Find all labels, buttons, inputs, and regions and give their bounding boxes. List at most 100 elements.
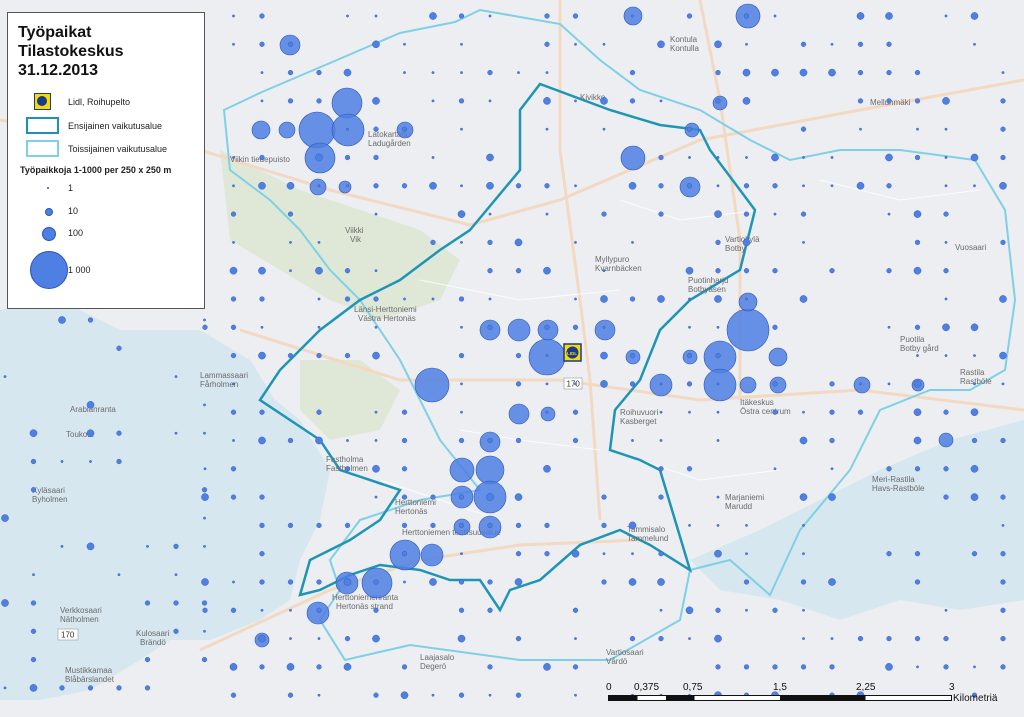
workplace-circle <box>830 184 834 188</box>
workplace-circle <box>802 156 805 159</box>
place-label: Puotila <box>900 335 925 344</box>
workplace-circle <box>306 601 330 625</box>
workplace-circle <box>259 522 265 529</box>
workplace-circle <box>686 126 693 132</box>
workplace-circle <box>401 126 408 132</box>
workplace-circle <box>289 608 292 612</box>
workplace-circle <box>944 240 948 244</box>
workplace-circle <box>716 524 720 527</box>
workplace-circle <box>289 637 292 640</box>
workplace-circle <box>431 71 435 75</box>
place-label: Verkkosaari <box>60 606 102 615</box>
workplace-circle <box>514 493 523 501</box>
workplace-circle <box>173 543 179 550</box>
workplace-circle <box>458 353 465 359</box>
place-label: Kyläsaari <box>32 486 65 495</box>
workplace-circle <box>287 692 294 698</box>
workplace-circle <box>515 635 522 642</box>
workplace-circle <box>372 40 380 49</box>
workplace-circle <box>229 266 238 275</box>
workplace-circle <box>802 552 805 556</box>
workplace-circle <box>914 635 921 642</box>
workplace-circle <box>772 664 778 670</box>
workplace-circle <box>316 607 322 613</box>
workplace-circle <box>203 467 207 471</box>
workplace-circle <box>802 184 805 188</box>
workplace-circle <box>716 410 720 414</box>
workplace-circle <box>259 494 265 500</box>
workplace-circle <box>316 664 322 670</box>
place-label: Vartiokylä <box>725 235 760 244</box>
workplace-circle <box>913 266 922 275</box>
workplace-circle <box>60 545 64 548</box>
workplace-circle <box>1001 382 1005 386</box>
workplace-circle <box>914 239 921 246</box>
map-view[interactable]: Kontula Kontulla Kivikko Mellunmäki Myll… <box>0 0 1024 717</box>
workplace-circle <box>743 268 750 274</box>
workplace-circle <box>429 578 437 586</box>
workplace-circle <box>1000 635 1006 642</box>
workplace-circle <box>232 156 235 159</box>
workplace-circle <box>317 325 321 329</box>
workplace-circle <box>772 268 778 274</box>
legend-size-label: 1 <box>68 183 74 193</box>
workplace-circle <box>914 551 921 557</box>
workplace-circle <box>716 325 720 329</box>
workplace-circle <box>631 552 634 556</box>
workplace-circle <box>287 41 294 47</box>
place-label: Vartiosaari <box>606 648 644 657</box>
workplace-circle <box>688 637 691 640</box>
workplace-circle <box>331 87 363 119</box>
place-label: Herttoniemi <box>395 498 436 507</box>
workplace-circle <box>287 437 294 444</box>
legend-size-label: 10 <box>68 206 79 216</box>
workplace-circle <box>799 493 808 501</box>
place-label: Marudd <box>725 502 752 511</box>
workplace-circle <box>658 551 664 557</box>
workplace-circle <box>232 382 235 386</box>
workplace-circle <box>828 493 836 501</box>
workplace-circle <box>602 269 606 273</box>
workplace-circle <box>716 184 720 188</box>
workplace-circle <box>828 578 836 586</box>
workplace-circle <box>800 664 807 670</box>
workplace-circle <box>414 367 450 403</box>
workplace-circle <box>289 240 292 244</box>
workplace-circle <box>230 607 237 613</box>
workplace-circle <box>745 156 748 159</box>
workplace-circle <box>1000 551 1006 557</box>
workplace-circle <box>174 573 178 577</box>
lidl-store-marker[interactable]: LIDL <box>563 343 582 362</box>
workplace-circle <box>316 98 322 104</box>
workplace-circle <box>403 580 406 584</box>
workplace-circle <box>853 376 871 394</box>
workplace-circle <box>916 665 919 669</box>
workplace-circle <box>745 608 748 612</box>
workplace-circle <box>232 439 235 442</box>
workplace-circle <box>278 121 296 139</box>
workplace-circle <box>230 466 237 472</box>
workplace-circle <box>86 401 95 409</box>
workplace-circle <box>458 692 465 698</box>
workplace-circle <box>544 41 550 47</box>
workplace-circle <box>688 410 691 414</box>
workplace-circle <box>657 578 665 586</box>
workplace-circle <box>1000 664 1006 670</box>
workplace-circle <box>857 69 864 76</box>
workplace-circle <box>344 154 351 161</box>
workplace-circle <box>857 41 864 47</box>
workplace-circle <box>59 685 65 691</box>
workplace-circle <box>201 578 209 586</box>
place-label: Tammelund <box>627 534 668 543</box>
workplace-circle <box>458 98 465 104</box>
workplace-circle <box>745 42 748 46</box>
workplace-circle <box>289 269 292 273</box>
workplace-circle <box>259 551 265 557</box>
workplace-circle <box>487 579 493 585</box>
workplace-circle <box>3 686 7 690</box>
workplace-circle <box>298 111 336 149</box>
workplace-circle <box>802 608 805 612</box>
workplace-circle <box>230 324 237 330</box>
legend-size-label: 1 000 <box>68 265 91 275</box>
workplace-circle <box>943 664 949 670</box>
